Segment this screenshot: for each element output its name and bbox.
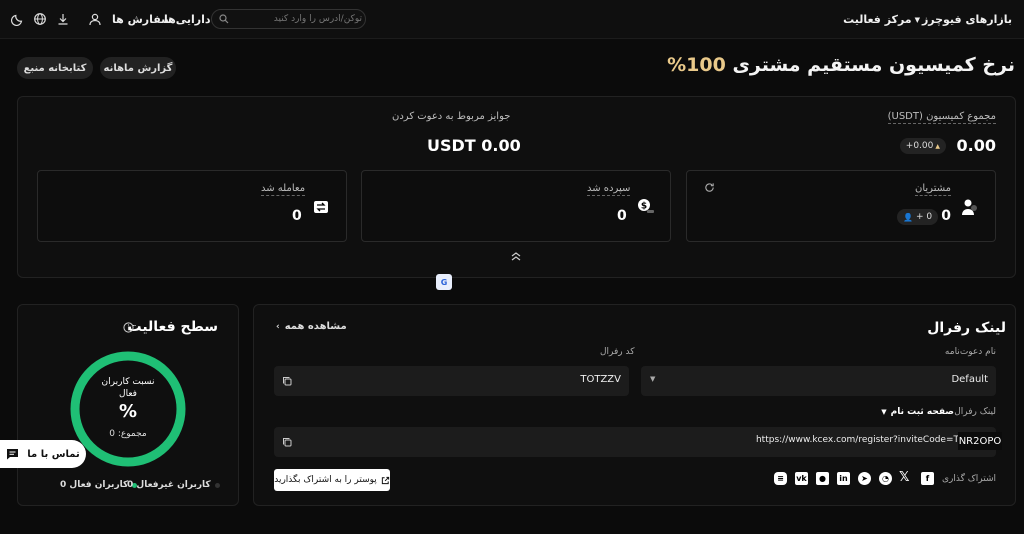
customer-icon: [962, 199, 977, 215]
page-select[interactable]: صفحه ثبت نام ▼: [881, 407, 954, 417]
chevron-down-icon: ▼: [650, 375, 656, 383]
commission-change-value: +0.00: [905, 141, 934, 151]
page-title: نرخ کمیسیون مستقیم مشتری 100%: [667, 54, 1015, 76]
external-link-icon: [381, 476, 389, 484]
share-poster-label: پوستر را به اشتراک بگذارید: [274, 475, 377, 485]
share-label: اشتراک گذاری: [941, 474, 996, 484]
person-small-icon: 👤: [903, 212, 913, 222]
invite-name-label: نام دعوت‌نامه: [944, 347, 996, 357]
translate-glyph: G: [440, 277, 448, 287]
copy-icon[interactable]: [282, 376, 292, 386]
facebook-icon[interactable]: f: [921, 472, 934, 485]
title-percent: 100%: [667, 54, 726, 76]
total-commission-value: 0.00: [956, 136, 996, 155]
legend-active-label: کاربران فعال 0: [60, 480, 129, 490]
deposit-coin-icon: $: [638, 199, 654, 213]
user-icon[interactable]: [88, 12, 102, 26]
contact-us-label: تماس با ما: [27, 448, 80, 460]
telegram-icon[interactable]: ➤: [858, 472, 871, 485]
legend-inactive: کاربران غیرفعال 0: [127, 480, 220, 490]
monthly-report-button[interactable]: گزارش ماهانه: [100, 57, 176, 79]
invite-name-value: Default: [951, 374, 988, 385]
legend-inactive-label: کاربران غیرفعال 0: [127, 480, 211, 490]
view-all-label: مشاهده همه: [284, 321, 347, 332]
exchange-icon: [314, 201, 328, 213]
deposited-value: 0: [617, 208, 627, 224]
triangle-up-icon: ▲: [935, 142, 940, 150]
chevron-left-icon: ‹: [276, 321, 280, 332]
title-text: نرخ کمیسیون مستقیم مشتری: [732, 54, 1015, 76]
reddit-icon[interactable]: ●: [816, 472, 829, 485]
ref-link-value: https://www.kcex.com/register?inviteCode…: [755, 435, 959, 445]
contact-us-button[interactable]: تماس با ما: [0, 440, 86, 468]
chevron-down-icon: ▼: [881, 408, 887, 416]
view-all-link[interactable]: ‹ مشاهده همه: [276, 321, 347, 332]
ref-link-overlay: NR2OPO: [958, 432, 1002, 450]
nav-futures-link[interactable]: بازارهای فیوچرز: [922, 13, 1012, 26]
translate-icon[interactable]: G: [436, 274, 452, 290]
search-input[interactable]: [234, 12, 362, 26]
customers-value: 0: [941, 208, 951, 224]
chat-icon: [7, 449, 19, 460]
referral-title: لینک رفرال: [927, 320, 1006, 336]
nav-orders-link[interactable]: سفارش ها: [112, 13, 172, 26]
download-icon[interactable]: [56, 12, 70, 26]
legend-active: کاربران فعال 0: [60, 480, 138, 490]
page-select-label: صفحه ثبت نام: [890, 407, 954, 417]
share-poster-button[interactable]: پوستر را به اشتراک بگذارید: [274, 469, 390, 491]
ref-link-field[interactable]: https://www.kcex.com/register?inviteCode…: [274, 427, 996, 457]
nav-activity-label: مرکز فعالیت: [843, 13, 912, 26]
gauge-total: مجموع: 0: [109, 429, 147, 439]
ratio-value: %: [118, 401, 138, 422]
x-twitter-icon[interactable]: 𝕏: [899, 470, 909, 485]
traded-value: 0: [292, 208, 302, 224]
vk-icon[interactable]: vk: [795, 472, 808, 485]
line-icon[interactable]: ≡: [774, 472, 787, 485]
invite-rewards-label: جوایز مربوط به دعوت کردن: [392, 111, 511, 122]
commission-change-badge: +0.00 ▲: [899, 138, 946, 154]
ref-code-value: TOTZZV: [580, 374, 621, 385]
ref-link-label: لینک رفرال: [954, 407, 996, 417]
ref-code-field[interactable]: TOTZZV: [274, 366, 629, 396]
legend-dot-gray: [214, 482, 220, 488]
deposited-card: [361, 170, 671, 242]
search-icon: [219, 14, 229, 24]
refresh-icon[interactable]: [704, 182, 715, 193]
new-customers-badge: 👤 + 0: [897, 209, 939, 225]
customers-label[interactable]: مشتریان: [915, 183, 951, 196]
info-icon[interactable]: [123, 322, 134, 333]
linkedin-icon[interactable]: in: [837, 472, 850, 485]
copy-icon[interactable]: [282, 437, 292, 447]
globe-icon[interactable]: [33, 12, 47, 26]
total-commission-label[interactable]: مجموع کمیسیون (USDT): [887, 111, 996, 124]
customers-card: [686, 170, 996, 242]
new-customers-value: + 0: [915, 212, 933, 222]
search-box[interactable]: [211, 9, 366, 29]
ratio-label: نسبت کاربران فعال: [101, 377, 155, 399]
invite-rewards-value: USDT 0.00: [427, 136, 521, 155]
nav-activity-menu[interactable]: ▼ مرکز فعالیت: [843, 13, 920, 26]
invite-name-select[interactable]: Default ▼: [641, 366, 996, 396]
whatsapp-icon[interactable]: ◔: [879, 472, 892, 485]
traded-label[interactable]: معامله شد: [261, 183, 306, 196]
chevron-up-double-icon[interactable]: [510, 250, 522, 262]
moon-icon[interactable]: [11, 12, 25, 26]
deposited-label[interactable]: سپرده شد: [587, 183, 631, 196]
svg-text:$: $: [641, 202, 647, 212]
ref-code-label: کد رفرال: [600, 347, 635, 357]
chevron-down-icon: ▼: [914, 15, 920, 24]
activity-title: سطح فعالیت: [127, 319, 219, 335]
resource-library-button[interactable]: کتابخانه منبع: [17, 57, 93, 79]
traded-card: [37, 170, 347, 242]
